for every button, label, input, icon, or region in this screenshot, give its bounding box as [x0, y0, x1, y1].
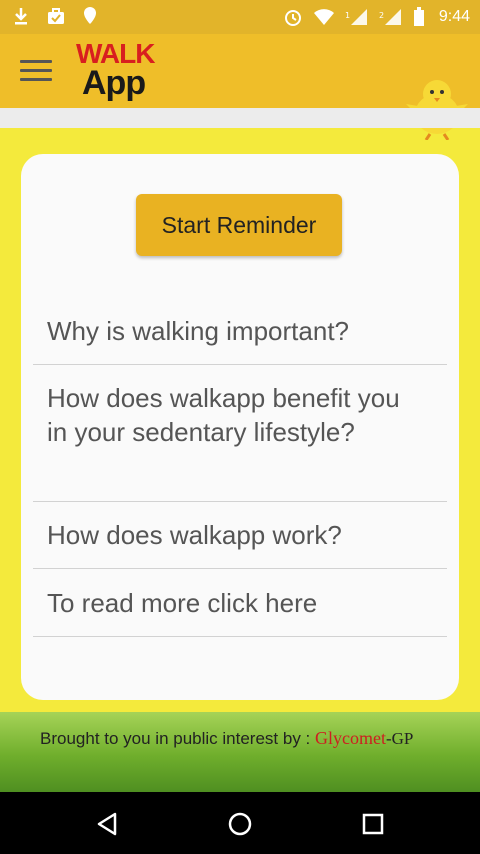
- wifi-icon: [313, 8, 335, 26]
- footer-banner: Brought to you in public interest by : G…: [0, 712, 480, 792]
- walkapp-logo: WALK App: [72, 38, 168, 106]
- logo-line2: App: [82, 64, 146, 102]
- status-bar: 1 2 9:44: [0, 0, 480, 34]
- signal-icon: 1: [345, 8, 369, 26]
- battery-icon: [413, 7, 425, 27]
- faq-item-label: How does walkapp work?: [47, 520, 342, 550]
- hamburger-icon[interactable]: [20, 60, 52, 84]
- status-time: 9:44: [438, 8, 470, 25]
- faq-item-read-more[interactable]: To read more click here: [33, 569, 447, 637]
- brand-name: Glycomet: [315, 728, 386, 748]
- start-reminder-button[interactable]: Start Reminder: [136, 194, 342, 256]
- home-icon[interactable]: [222, 806, 258, 842]
- back-icon[interactable]: [89, 806, 125, 842]
- menu-card: Start Reminder Why is walking important?…: [21, 154, 459, 700]
- faq-item-why-walking[interactable]: Why is walking important?: [33, 300, 447, 365]
- signal-icon: 2: [379, 8, 403, 26]
- system-nav-bar: [0, 792, 480, 854]
- briefcase-icon: [46, 6, 66, 26]
- brand-suffix: -GP: [385, 729, 414, 748]
- faq-item-benefit[interactable]: How does walkapp benefit you in your sed…: [33, 365, 447, 502]
- alarm-icon: [283, 7, 303, 27]
- app-bar: WALK App: [0, 34, 480, 141]
- separator-strip: [0, 108, 480, 128]
- svg-text:2: 2: [379, 11, 384, 20]
- faq-item-label: To read more click here: [47, 588, 318, 618]
- faq-item-label: How does walkapp benefit you in your sed…: [47, 383, 400, 447]
- svg-text:1: 1: [345, 11, 350, 20]
- location-icon: [82, 6, 98, 26]
- faq-item-how-works[interactable]: How does walkapp work?: [33, 502, 447, 569]
- credit-line: Brought to you in public interest by : G…: [40, 728, 413, 749]
- credit-text: Brought to you in public interest by :: [40, 729, 315, 748]
- faq-item-label: Why is walking important?: [47, 316, 349, 346]
- download-icon: [12, 6, 30, 26]
- recents-icon[interactable]: [355, 806, 391, 842]
